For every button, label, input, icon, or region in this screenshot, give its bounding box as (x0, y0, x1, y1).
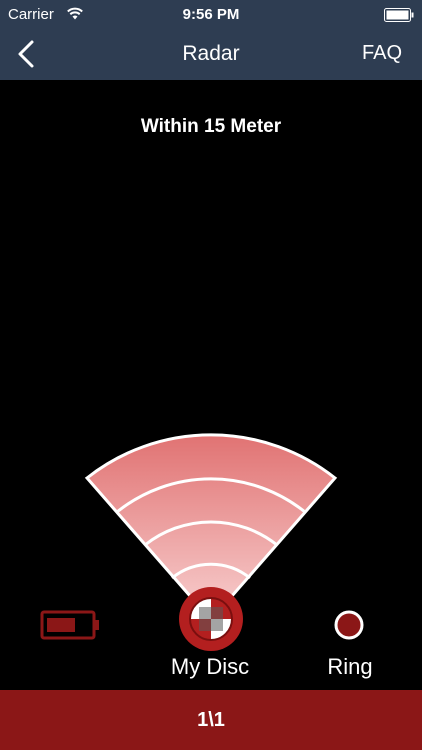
ring-label: Ring (327, 654, 373, 679)
ring-icon[interactable] (334, 610, 364, 640)
page-indicator: 1\1 (0, 690, 422, 750)
battery-low-icon (40, 610, 99, 640)
disc-label: My Disc (170, 654, 250, 679)
radar-screen: Carrier 9:56 PM Radar FAQ Within 15 Mete… (0, 0, 422, 750)
disc-icon[interactable] (178, 586, 244, 652)
